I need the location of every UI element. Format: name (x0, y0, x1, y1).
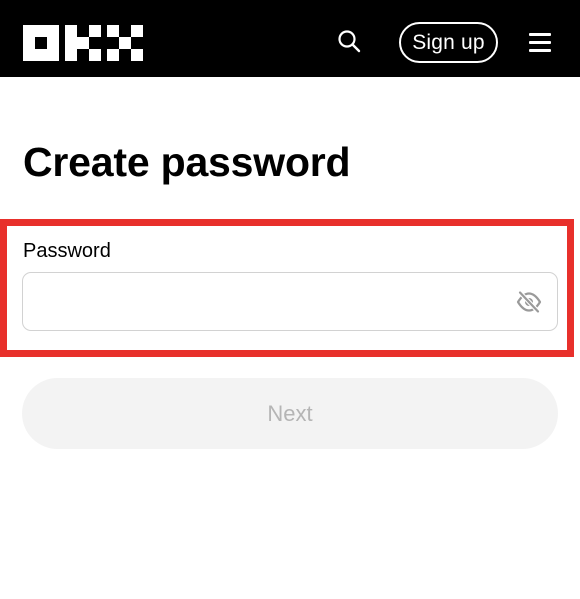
eye-off-icon[interactable] (515, 289, 543, 315)
search-button[interactable] (335, 27, 363, 55)
next-button[interactable]: Next (22, 378, 558, 449)
password-input[interactable] (35, 279, 505, 325)
signup-button[interactable]: Sign up (399, 22, 498, 63)
password-field[interactable] (22, 272, 558, 331)
top-nav-bar: Sign up (0, 0, 580, 77)
password-label: Password (23, 240, 111, 262)
hamburger-menu-icon[interactable] (529, 31, 553, 53)
page-title: Create password (23, 139, 351, 185)
search-icon (338, 30, 361, 53)
okx-logo[interactable] (23, 25, 143, 61)
